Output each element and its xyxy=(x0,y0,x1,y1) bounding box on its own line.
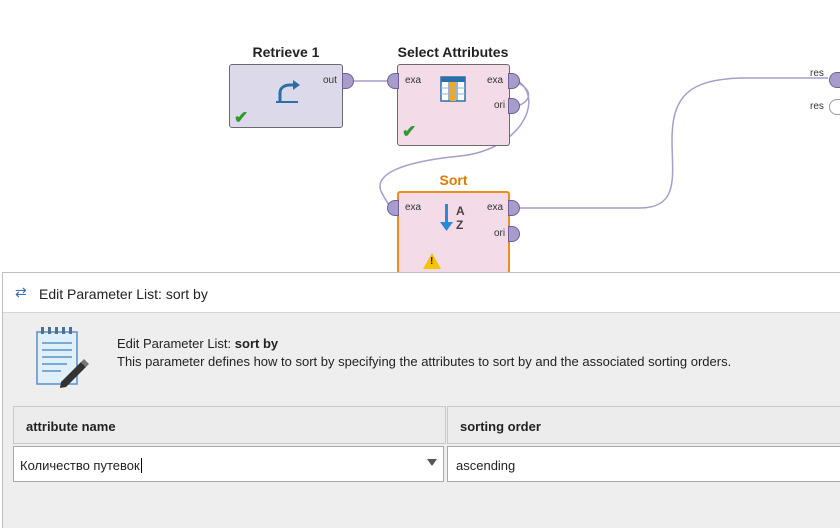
port-label-ori: ori xyxy=(494,100,506,111)
result-port-2[interactable] xyxy=(829,99,840,115)
port-label-exa-out: exa xyxy=(487,202,504,213)
sorting-order-field[interactable]: ascending xyxy=(447,446,840,482)
attribute-name-value: Количество путевок xyxy=(20,458,140,473)
process-canvas[interactable]: Retrieve 1 ✔ out Select Attributes ✔ exa… xyxy=(0,0,840,275)
operator-title-retrieve: Retrieve 1 xyxy=(252,44,320,60)
edit-parameter-list-dialog: ⇄ Edit Parameter List: sort by Edit Para… xyxy=(2,272,840,528)
port-label-out: out xyxy=(323,75,337,86)
attribute-name-combobox[interactable]: Количество путевок xyxy=(13,446,444,482)
port-select-in-exa[interactable] xyxy=(387,73,399,89)
dialog-titlebar[interactable]: ⇄ Edit Parameter List: sort by xyxy=(3,273,840,313)
sort-az-icon: A Z xyxy=(440,204,465,232)
result-port-label: res xyxy=(810,68,824,79)
checkmark-icon: ✔ xyxy=(402,122,417,141)
svg-text:Z: Z xyxy=(456,218,463,232)
dialog-description: This parameter defines how to sort by sp… xyxy=(117,354,732,369)
port-label-exa-in: exa xyxy=(405,202,422,213)
operator-retrieve[interactable]: ✔ xyxy=(229,64,343,128)
port-label-ori: ori xyxy=(494,228,506,239)
table-columns-icon xyxy=(440,76,466,102)
dialog-title: Edit Parameter List: sort by xyxy=(39,286,208,302)
text-caret xyxy=(140,458,142,473)
port-label-exa-out: exa xyxy=(487,75,504,86)
retrieve-arrow-icon xyxy=(276,80,300,103)
parameter-table: attribute name sorting order Количество … xyxy=(13,406,840,486)
chevron-down-icon[interactable] xyxy=(427,459,437,466)
port-sort-in-exa[interactable] xyxy=(387,200,399,216)
header-prefix: Edit Parameter List: xyxy=(117,336,235,351)
header-param-name: sort by xyxy=(234,336,279,351)
operator-title-select-attributes: Select Attributes xyxy=(397,44,509,60)
parameter-list-icon: ⇄ xyxy=(15,284,27,300)
port-label-exa-in: exa xyxy=(405,75,422,86)
notepad-pencil-icon xyxy=(36,327,89,388)
sorting-order-value: ascending xyxy=(456,458,516,473)
column-header-sorting-order[interactable]: sorting order xyxy=(447,406,840,444)
result-port-label: res xyxy=(810,101,824,112)
column-header-attribute-name[interactable]: attribute name xyxy=(13,406,446,444)
checkmark-icon: ✔ xyxy=(234,108,249,127)
dialog-header: Edit Parameter List: sort by This parame… xyxy=(3,314,840,390)
result-port-1[interactable] xyxy=(829,72,840,88)
svg-text:A: A xyxy=(456,204,465,218)
warning-icon: ! xyxy=(423,253,441,269)
dialog-header-title: Edit Parameter List: sort by xyxy=(117,336,278,351)
operator-title-sort: Sort xyxy=(439,172,468,188)
